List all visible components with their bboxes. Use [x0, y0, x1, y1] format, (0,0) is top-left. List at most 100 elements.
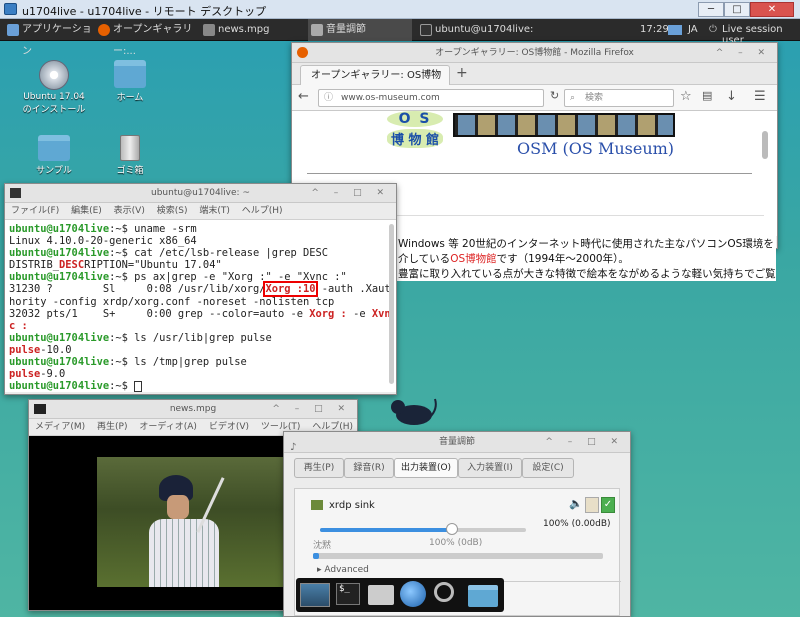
terminal-launcher-icon[interactable]: $_ [336, 583, 360, 605]
menu-file[interactable]: ファイル(F) [11, 206, 59, 216]
command: :~$ ls /tmp|grep pulse [109, 356, 247, 369]
terminal-output[interactable]: ubuntu@u1704live:~$ uname -srm Linux 4.10… [5, 220, 396, 392]
command: :~$ cat /etc/lsb-release |grep DESC [109, 247, 329, 260]
close-button[interactable]: ✕ [750, 2, 794, 17]
page-text: Windows 等 20世紀のインターネット時代に使用された主なパソコンOS環境… [396, 236, 776, 281]
text-span: です（1994年〜2000年）。 [496, 253, 629, 265]
reload-button[interactable]: ↻ [550, 89, 559, 102]
match-highlight: DESC [59, 259, 85, 272]
tab-input-devices[interactable]: 入力装置(I) [458, 458, 522, 478]
lock-channels-icon[interactable] [585, 497, 599, 513]
menu-icon[interactable]: ☰ [754, 89, 766, 104]
applications-menu[interactable]: アプリケーション [4, 19, 92, 57]
terminal-line: ubuntu@u1704live:~$ [9, 380, 392, 392]
desktop-icon-samples[interactable]: サンプル [14, 135, 94, 176]
terminal-line: hority -config xrdp/xorg.conf -noreset -… [9, 295, 335, 308]
desktop-icon-install[interactable]: Ubuntu 17.04 のインストール [14, 60, 94, 115]
reader-icon[interactable]: ▤ [702, 89, 712, 102]
command: :~$ ls /usr/lib|grep pulse [109, 331, 272, 344]
terminal-line: ubuntu@u1704live:~$ cat /etc/lsb-release… [9, 247, 392, 259]
desktop-icon-trash[interactable]: ゴミ箱 [90, 135, 170, 176]
tab-os-museum[interactable]: オープンギャラリー: OS博物館 ✕ [300, 65, 450, 100]
menu-audio[interactable]: オーディオ(A) [139, 422, 197, 432]
menu-help[interactable]: ヘルプ(H) [242, 206, 283, 216]
menu-search[interactable]: 検索(S) [157, 206, 188, 216]
speaker-icon: ♪ [290, 442, 297, 453]
search-launcher-icon[interactable] [434, 582, 454, 602]
desktop-icon-label: Ubuntu 17.04 のインストール [22, 92, 86, 115]
window-controls[interactable]: ^ – □ ✕ [545, 432, 624, 453]
window-controls[interactable]: ^ – ✕ [716, 43, 771, 63]
scrollbar-thumb[interactable] [762, 131, 768, 159]
firefox-title-bar: オープンギャラリー: OS博物館 - Mozilla Firefox ^ – ✕ [292, 43, 777, 63]
clock[interactable]: 17:29 [640, 24, 669, 35]
tab-playback[interactable]: 再生(P) [294, 458, 344, 478]
volume-slider-fill [320, 528, 452, 532]
volume-slider-knob[interactable] [445, 523, 458, 535]
command: :~$ ps ax|grep -e "Xorg :" -e "Xvnc :" [109, 271, 347, 284]
download-icon[interactable]: ↓ [726, 89, 737, 104]
top-panel: アプリケーション オープンギャラリー:... news.mpg 音量調節 ubu… [0, 19, 800, 57]
minimize-button[interactable]: ─ [698, 2, 724, 17]
terminal-title-bar: ubuntu@u1704live: ~ ^ – □ ✕ [5, 184, 396, 203]
text-span: 介している [398, 253, 451, 265]
menu-video[interactable]: ビデオ(V) [209, 422, 249, 432]
batter-face [167, 495, 189, 519]
window-title: ubuntu@u1704live: ~ [151, 188, 250, 198]
logo-museum: 博 物 館 [387, 129, 443, 148]
task-volume[interactable]: 音量調節 [308, 19, 412, 41]
advanced-expander[interactable]: ▸ Advanced [317, 565, 369, 575]
sound-card-icon [311, 500, 323, 510]
os-museum-link[interactable]: OS博物館 [450, 253, 496, 265]
task-terminal[interactable]: ubuntu@u1704live: ~ [417, 19, 533, 57]
menu-terminal[interactable]: 端末(T) [199, 206, 230, 216]
network-icon[interactable] [668, 25, 682, 35]
command: :~$ [109, 380, 135, 392]
power-icon[interactable]: ⏻ [709, 24, 717, 35]
tab-bar: オープンギャラリー: OS博物館 ✕ + [292, 63, 777, 100]
terminal-line: ubuntu@u1704live:~$ uname -srm [9, 223, 392, 235]
prompt: ubuntu@u1704live [9, 223, 110, 235]
bookmark-star-icon[interactable]: ☆ [680, 89, 692, 104]
menu-play[interactable]: 再生(P) [97, 422, 127, 432]
window-controls[interactable]: ^ – □ ✕ [311, 184, 390, 203]
window-title: オープンギャラリー: OS博物館 - Mozilla Firefox [435, 48, 634, 58]
file-manager-icon[interactable] [468, 585, 498, 607]
url-bar[interactable]: ⓘ www.os-museum.com [318, 89, 544, 107]
search-input[interactable]: ⌕ 検索 [564, 89, 674, 107]
home-launcher-icon[interactable] [368, 585, 394, 605]
volume-slider-track[interactable] [320, 523, 526, 535]
firefox-icon [297, 47, 308, 58]
task-label: news.mpg [218, 24, 270, 35]
text-span: 32032 pts/1 S+ 0:00 grep --color=auto -e [9, 307, 310, 320]
window-controls[interactable]: ^ – □ ✕ [272, 400, 351, 419]
web-browser-icon[interactable] [400, 581, 426, 607]
task-firefox[interactable]: オープンギャラリー:... [95, 19, 195, 57]
prompt: ubuntu@u1704live [9, 356, 110, 369]
scrollbar-thumb[interactable] [389, 224, 394, 384]
terminal-line: pulse-9.0 [9, 368, 392, 380]
back-button[interactable]: ← [298, 89, 309, 104]
command: :~$ uname -srm [109, 223, 197, 235]
site-title[interactable]: OSM (OS Museum) [517, 139, 674, 158]
show-desktop-icon[interactable] [300, 583, 330, 607]
maximize-button[interactable]: □ [724, 2, 750, 17]
terminal-line: Linux 4.10.0-20-generic x86_64 [9, 235, 197, 248]
new-tab-button[interactable]: + [456, 65, 468, 81]
desktop-icon-home[interactable]: ホーム [90, 60, 170, 103]
page-text-line: Windows 等 20世紀のインターネット時代に使用された主なパソコンOS環境… [398, 238, 774, 250]
tab-configuration[interactable]: 設定(C) [522, 458, 574, 478]
task-video[interactable]: news.mpg [200, 19, 300, 41]
filmstrip-banner [453, 113, 675, 137]
trash-icon [120, 135, 140, 161]
input-method[interactable]: JA [688, 24, 698, 35]
desktop-icon-label: サンプル [36, 166, 72, 176]
tab-output-devices[interactable]: 出力装置(O) [394, 458, 458, 478]
menu-view[interactable]: 表示(V) [114, 206, 145, 216]
menu-media[interactable]: メディア(M) [35, 422, 85, 432]
video-icon [203, 24, 215, 36]
set-default-icon[interactable]: ✓ [601, 497, 615, 513]
folder-icon [38, 135, 70, 161]
tab-recording[interactable]: 録音(R) [344, 458, 394, 478]
menu-edit[interactable]: 編集(E) [71, 206, 102, 216]
